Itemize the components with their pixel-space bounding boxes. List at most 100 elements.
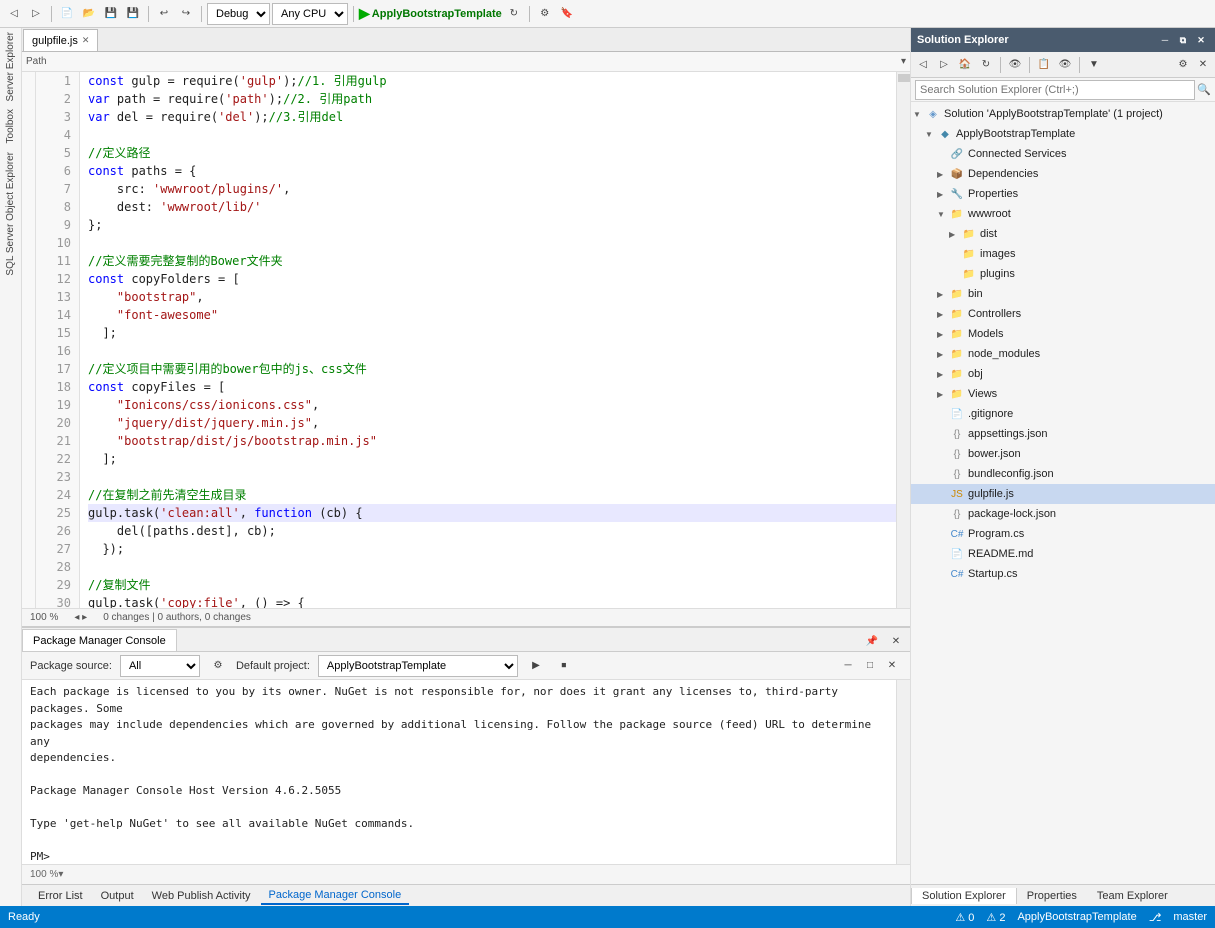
code-line[interactable]: const paths = { (88, 162, 896, 180)
refresh-btn[interactable]: ↻ (504, 4, 524, 24)
se-forward-btn[interactable]: ▷ (934, 55, 954, 75)
profile-btn[interactable]: ⚙ (535, 4, 555, 24)
stop-script-btn[interactable]: ⏹ (554, 656, 574, 676)
code-content[interactable]: const gulp = require('gulp');//1. 引用gulp… (80, 72, 896, 608)
toolbox-label[interactable]: Toolbox (3, 105, 18, 147)
undo-btn[interactable]: ↩ (154, 4, 174, 24)
code-line[interactable] (88, 468, 896, 486)
se-item-images[interactable]: 📁images (911, 244, 1215, 264)
code-line[interactable]: del([paths.dest], cb); (88, 522, 896, 540)
code-line[interactable]: "Ionicons/css/ionicons.css", (88, 396, 896, 414)
code-line[interactable]: }; (88, 216, 896, 234)
se-search-icon[interactable]: 🔍 (1197, 83, 1211, 96)
se-item-bower[interactable]: {}bower.json (911, 444, 1215, 464)
code-line[interactable]: var path = require('path');//2. 引用path (88, 90, 896, 108)
sql-explorer-label[interactable]: SQL Server Object Explorer (3, 148, 18, 280)
pkg-manager-tab[interactable]: Package Manager Console (22, 629, 177, 651)
console-close-btn[interactable]: ✕ (886, 631, 906, 651)
console-output[interactable]: Each package is licensed to you by its o… (22, 680, 896, 864)
console-pin-btn[interactable]: 📌 (862, 631, 882, 651)
console-min-btn[interactable]: ─ (838, 656, 858, 676)
se-item-views[interactable]: ▶📁Views (911, 384, 1215, 404)
code-line[interactable] (88, 126, 896, 144)
run-button[interactable]: ▶ ApplyBootstrapTemplate (359, 5, 502, 22)
se-pin-btn[interactable]: ─ (1157, 32, 1173, 48)
se-item-readme[interactable]: 📄README.md (911, 544, 1215, 564)
console-max-btn[interactable]: □ (860, 656, 880, 676)
scrollbar-thumb[interactable] (898, 74, 910, 82)
settings-btn[interactable]: ⚙ (208, 656, 228, 676)
se-props-btn[interactable]: 📋 (1034, 55, 1054, 75)
code-line[interactable]: ]; (88, 324, 896, 342)
console-zoom[interactable]: 100 % (30, 869, 58, 880)
se-show-all-btn[interactable]: 👁 (1005, 55, 1025, 75)
run-script-btn[interactable]: ▶ (526, 656, 546, 676)
se-item-controllers[interactable]: ▶📁Controllers (911, 304, 1215, 324)
bottom-tab-error-list[interactable]: Error List (30, 888, 91, 904)
code-line[interactable]: var del = require('del');//3.引用del (88, 108, 896, 126)
code-line[interactable]: "jquery/dist/jquery.min.js", (88, 414, 896, 432)
se-search-input[interactable] (915, 80, 1195, 100)
code-line[interactable]: //复制文件 (88, 576, 896, 594)
platform-dropdown[interactable]: Any CPU (272, 3, 348, 25)
se-item-models[interactable]: ▶📁Models (911, 324, 1215, 344)
code-line[interactable]: //定义路径 (88, 144, 896, 162)
project-dropdown[interactable]: ApplyBootstrapTemplate (318, 655, 518, 677)
bookmark-btn[interactable]: 🔖 (557, 4, 577, 24)
code-line[interactable]: "font-awesome" (88, 306, 896, 324)
se-item-node_modules[interactable]: ▶📁node_modules (911, 344, 1215, 364)
console-x-btn[interactable]: ✕ (882, 656, 902, 676)
zoom-level[interactable]: 100 % (30, 612, 58, 623)
bottom-tab-package-manager-console[interactable]: Package Manager Console (261, 887, 410, 905)
tab-close-icon[interactable]: ✕ (82, 35, 90, 46)
code-line[interactable]: gulp.task('copy:file', () => { (88, 594, 896, 608)
code-line[interactable] (88, 234, 896, 252)
code-line[interactable] (88, 342, 896, 360)
bottom-tab-web-publish-activity[interactable]: Web Publish Activity (144, 888, 259, 904)
se-item-gulpfile[interactable]: JSgulpfile.js (911, 484, 1215, 504)
new-file-btn[interactable]: 📄 (57, 4, 77, 24)
editor-scrollbar[interactable] (896, 72, 910, 608)
se-tree[interactable]: ▼◈Solution 'ApplyBootstrapTemplate' (1 p… (911, 102, 1215, 884)
bottom-tab-output[interactable]: Output (93, 888, 142, 904)
se-float-btn[interactable]: ⧉ (1175, 32, 1191, 48)
code-line[interactable]: src: 'wwwroot/plugins/', (88, 180, 896, 198)
code-line[interactable]: //定义项目中需要引用的bower包中的js、css文件 (88, 360, 896, 378)
code-line[interactable]: dest: 'wwwroot/lib/' (88, 198, 896, 216)
server-explorer-label[interactable]: Server Explorer (3, 28, 18, 105)
se-item-program[interactable]: C#Program.cs (911, 524, 1215, 544)
se-home-btn[interactable]: 🏠 (955, 55, 975, 75)
se-item-bin[interactable]: ▶📁bin (911, 284, 1215, 304)
code-line[interactable]: //在复制之前先清空生成目录 (88, 486, 896, 504)
se-close-btn2[interactable]: ✕ (1193, 55, 1213, 75)
se-item-connected-services[interactable]: 🔗Connected Services (911, 144, 1215, 164)
code-line[interactable]: const gulp = require('gulp');//1. 引用gulp (88, 72, 896, 90)
se-filter-btn[interactable]: ▼ (1084, 55, 1104, 75)
config-dropdown[interactable]: Debug (207, 3, 270, 25)
code-line[interactable]: "bootstrap", (88, 288, 896, 306)
se-item-obj[interactable]: ▶📁obj (911, 364, 1215, 384)
se-item-dependencies[interactable]: ▶📦Dependencies (911, 164, 1215, 184)
code-line[interactable]: ]; (88, 450, 896, 468)
open-btn[interactable]: 📂 (79, 4, 99, 24)
se-solution-root[interactable]: ▼◈Solution 'ApplyBootstrapTemplate' (1 p… (911, 104, 1215, 124)
se-project-root[interactable]: ▼◆ApplyBootstrapTemplate (911, 124, 1215, 144)
se-item-properties[interactable]: ▶🔧Properties (911, 184, 1215, 204)
se-item-bundleconfig[interactable]: {}bundleconfig.json (911, 464, 1215, 484)
se-close-btn[interactable]: ✕ (1193, 32, 1209, 48)
code-line[interactable] (88, 558, 896, 576)
save-all-btn[interactable]: 💾 (123, 4, 143, 24)
se-back-btn[interactable]: ◁ (913, 55, 933, 75)
se-preview-btn[interactable]: 👁 (1055, 55, 1075, 75)
redo-btn[interactable]: ↪ (176, 4, 196, 24)
code-line[interactable]: //定义需要完整复制的Bower文件夹 (88, 252, 896, 270)
console-scrollbar[interactable] (896, 680, 910, 864)
se-settings-btn[interactable]: ⚙ (1173, 55, 1193, 75)
se-item-plugins[interactable]: 📁plugins (911, 264, 1215, 284)
forward-btn[interactable]: ▷ (26, 4, 46, 24)
source-dropdown[interactable]: All (120, 655, 200, 677)
se-item-gitignore[interactable]: 📄.gitignore (911, 404, 1215, 424)
code-line[interactable]: gulp.task('clean:all', function (cb) { (88, 504, 896, 522)
se-item-startup[interactable]: C#Startup.cs (911, 564, 1215, 584)
se-item-package-lock[interactable]: {}package-lock.json (911, 504, 1215, 524)
